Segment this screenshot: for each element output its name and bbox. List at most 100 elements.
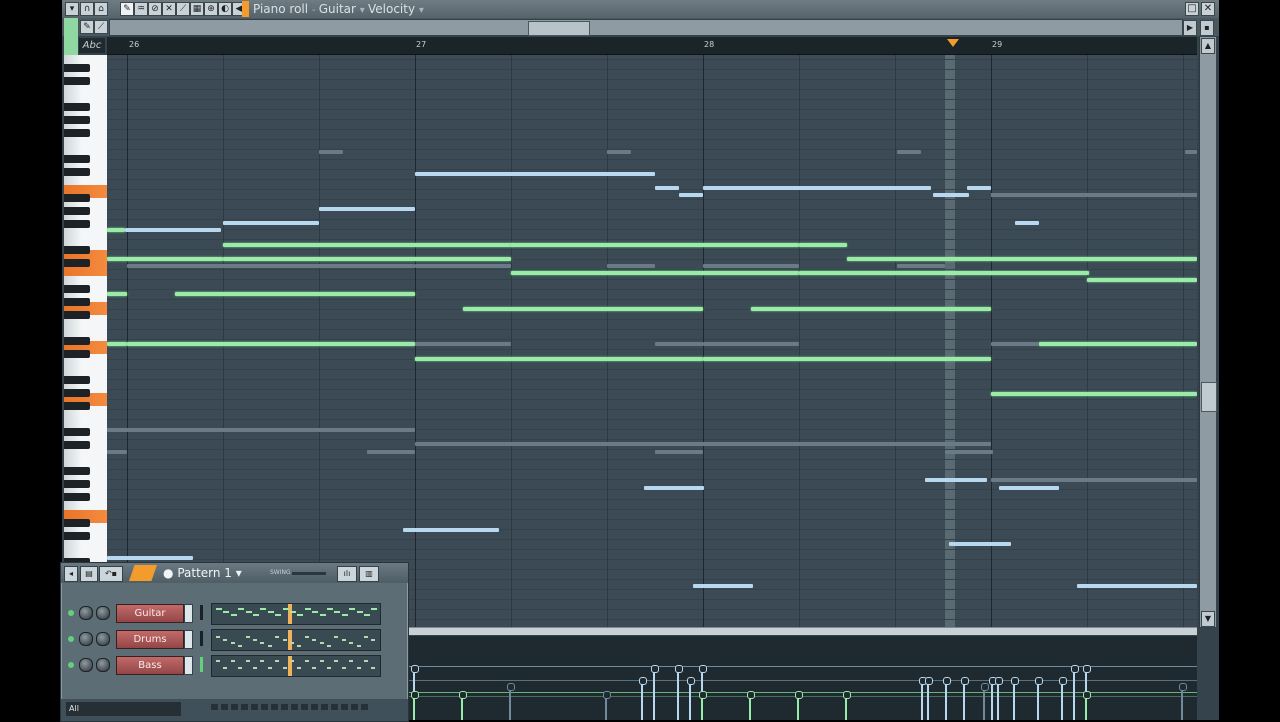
black-key[interactable] bbox=[64, 402, 90, 410]
pattern-selector[interactable]: ● Pattern 1 ▾ bbox=[163, 566, 242, 580]
pattern-preview[interactable] bbox=[211, 603, 381, 625]
step-cell[interactable] bbox=[351, 704, 358, 710]
note[interactable] bbox=[703, 342, 799, 346]
black-key[interactable] bbox=[64, 155, 90, 163]
note[interactable] bbox=[949, 542, 1011, 546]
note[interactable] bbox=[1015, 221, 1039, 225]
velocity-handle[interactable] bbox=[1071, 665, 1079, 673]
black-key[interactable] bbox=[64, 441, 90, 449]
step-cell[interactable] bbox=[241, 704, 248, 710]
velocity-bar[interactable] bbox=[603, 691, 611, 720]
note[interactable] bbox=[127, 264, 415, 268]
note[interactable] bbox=[223, 257, 511, 261]
volume-knob[interactable] bbox=[96, 606, 110, 620]
note[interactable] bbox=[991, 478, 1197, 482]
note[interactable] bbox=[703, 264, 799, 268]
velocity-bar[interactable] bbox=[1071, 665, 1079, 720]
velocity-handle[interactable] bbox=[651, 665, 659, 673]
black-key[interactable] bbox=[64, 285, 90, 293]
black-key[interactable] bbox=[64, 129, 90, 137]
black-key[interactable] bbox=[64, 168, 90, 176]
note[interactable] bbox=[703, 357, 991, 361]
velocity-bar[interactable] bbox=[1059, 677, 1067, 720]
velocity-handle[interactable] bbox=[961, 677, 969, 685]
note[interactable] bbox=[655, 186, 679, 190]
key-labels-toggle[interactable]: Abc bbox=[79, 38, 105, 53]
velocity-bar[interactable] bbox=[1035, 677, 1043, 720]
step-cell[interactable] bbox=[331, 704, 338, 710]
note[interactable] bbox=[644, 486, 704, 490]
note[interactable] bbox=[463, 307, 703, 311]
options-arrow-icon[interactable]: ◂ bbox=[64, 566, 78, 582]
note[interactable] bbox=[991, 193, 1197, 197]
note[interactable] bbox=[415, 342, 511, 346]
step-cell[interactable] bbox=[321, 704, 328, 710]
black-key[interactable] bbox=[64, 207, 90, 215]
velocity-handle[interactable] bbox=[995, 677, 1003, 685]
velocity-bar[interactable] bbox=[651, 665, 659, 720]
channel-select[interactable] bbox=[184, 656, 193, 675]
note[interactable] bbox=[1039, 342, 1197, 346]
channel-button-guitar[interactable]: Guitar bbox=[116, 604, 184, 623]
zoom-icon[interactable]: ⊕ bbox=[204, 2, 218, 16]
note[interactable] bbox=[415, 172, 655, 176]
velocity-bar[interactable] bbox=[943, 677, 951, 720]
channel-menu-icon[interactable] bbox=[129, 565, 157, 581]
velocity-handle[interactable] bbox=[411, 665, 419, 673]
black-key[interactable] bbox=[64, 220, 90, 228]
timeline-ruler[interactable]: 26 27 28 29 bbox=[107, 37, 1197, 55]
velocity-bar[interactable] bbox=[961, 677, 969, 720]
note[interactable] bbox=[655, 450, 703, 454]
title-event[interactable]: Velocity bbox=[368, 2, 415, 16]
step-cell[interactable] bbox=[341, 704, 348, 710]
note[interactable] bbox=[1185, 150, 1197, 154]
velocity-bar[interactable] bbox=[795, 691, 803, 720]
velocity-bar[interactable] bbox=[747, 691, 755, 720]
velocity-editor[interactable] bbox=[407, 636, 1197, 720]
step-cell[interactable] bbox=[261, 704, 268, 710]
scroll-up-icon[interactable]: ▲ bbox=[1201, 38, 1215, 54]
channel-filter[interactable]: All bbox=[66, 702, 181, 716]
note[interactable] bbox=[847, 257, 1197, 261]
note[interactable] bbox=[415, 442, 991, 446]
channel-select[interactable] bbox=[184, 604, 193, 623]
note[interactable] bbox=[107, 342, 127, 346]
note[interactable] bbox=[127, 342, 415, 346]
velocity-bar[interactable] bbox=[981, 683, 989, 720]
black-key[interactable] bbox=[64, 467, 90, 475]
step-cell[interactable] bbox=[301, 704, 308, 710]
pan-knob[interactable] bbox=[79, 632, 93, 646]
channel-button-drums[interactable]: Drums bbox=[116, 630, 184, 649]
note[interactable] bbox=[799, 243, 847, 247]
note[interactable] bbox=[703, 186, 931, 190]
note[interactable] bbox=[511, 271, 799, 275]
step-cell[interactable] bbox=[271, 704, 278, 710]
velocity-handle[interactable] bbox=[507, 683, 515, 691]
velocity-handle[interactable] bbox=[639, 677, 647, 685]
velocity-handle[interactable] bbox=[1083, 665, 1091, 673]
delete-icon[interactable]: ⊘ bbox=[148, 2, 162, 16]
note[interactable] bbox=[125, 228, 221, 232]
velocity-bar[interactable] bbox=[507, 683, 515, 720]
note[interactable] bbox=[799, 271, 1089, 275]
velocity-handle[interactable] bbox=[943, 677, 951, 685]
black-key[interactable] bbox=[64, 259, 90, 267]
note[interactable] bbox=[319, 150, 343, 154]
undo-icon[interactable]: ↶▪ bbox=[99, 566, 123, 582]
vertical-scrollbar[interactable]: ▲ ▼ bbox=[1199, 37, 1217, 627]
graph-editor-icon[interactable]: ▤ bbox=[80, 566, 98, 582]
black-key[interactable] bbox=[64, 480, 90, 488]
channel-select[interactable] bbox=[184, 630, 193, 649]
note[interactable] bbox=[607, 150, 631, 154]
step-cell[interactable] bbox=[311, 704, 318, 710]
pencil-icon[interactable]: ✎ bbox=[120, 2, 134, 16]
note[interactable] bbox=[415, 357, 703, 361]
step-cell[interactable] bbox=[221, 704, 228, 710]
velocity-handle[interactable] bbox=[675, 665, 683, 673]
velocity-bar[interactable] bbox=[919, 677, 927, 720]
velocity-handle[interactable] bbox=[459, 691, 467, 699]
step-cell[interactable] bbox=[251, 704, 258, 710]
note[interactable] bbox=[991, 342, 1039, 346]
velocity-bar[interactable] bbox=[411, 691, 419, 720]
draw-icon[interactable]: ✎ bbox=[80, 20, 94, 34]
